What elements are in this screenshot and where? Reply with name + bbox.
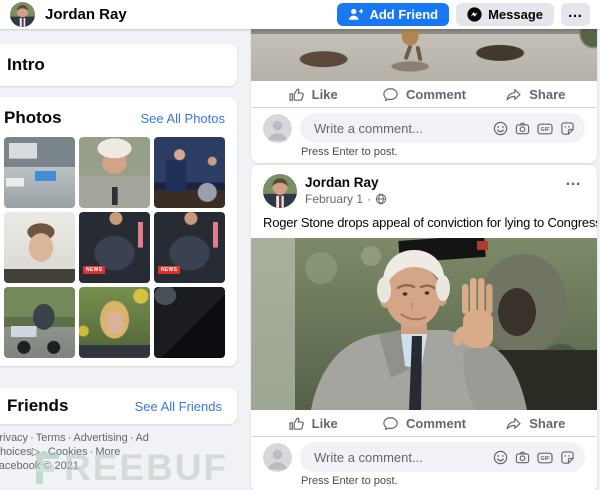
- intro-card: Intro: [0, 44, 237, 86]
- see-all-friends-link[interactable]: See All Friends: [135, 399, 222, 414]
- like-thumb-icon: [288, 86, 305, 103]
- see-all-photos-link[interactable]: See All Photos: [140, 111, 225, 126]
- photo-tile-street-scene[interactable]: [4, 137, 75, 208]
- footer-link-privacy[interactable]: Privacy: [0, 432, 28, 444]
- globe-privacy-icon: [375, 193, 387, 205]
- news-badge: NEWS: [83, 266, 105, 274]
- sidewalk-pedestrian-photo[interactable]: [251, 29, 597, 81]
- profile-name: Jordan Ray: [45, 6, 330, 23]
- sticker-icon[interactable]: [560, 450, 575, 465]
- comment-bubble-icon: [382, 86, 399, 103]
- profile-avatar-image: [10, 2, 35, 27]
- default-person-icon: [263, 114, 292, 143]
- gif-icon[interactable]: GIF: [537, 121, 553, 136]
- more-ellipsis-icon: …: [568, 4, 584, 21]
- post-more-button[interactable]: …: [561, 174, 585, 188]
- comment-input[interactable]: [312, 449, 493, 466]
- feed-post-partial: Like Comment Share: [251, 29, 597, 163]
- post-author-avatar[interactable]: [263, 174, 297, 208]
- post-author-avatar-image: [263, 174, 297, 208]
- add-friend-label: Add Friend: [369, 7, 438, 22]
- person-plus-icon: [348, 7, 363, 22]
- photo-detail: [404, 45, 413, 60]
- post-header: Jordan Ray February 1 · …: [251, 165, 597, 208]
- photo-tile-dark-indoor[interactable]: [154, 287, 225, 358]
- news-badge: NEWS: [158, 266, 180, 274]
- camera-icon[interactable]: [515, 121, 530, 136]
- footer-link-advertising[interactable]: Advertising: [73, 432, 127, 444]
- profile-header-bar: Jordan Ray Add Friend Message …: [0, 0, 600, 29]
- footer-link-terms[interactable]: Terms: [36, 432, 66, 444]
- share-arrow-icon: [505, 86, 522, 103]
- comment-input-pill: GIF: [300, 113, 585, 143]
- post-text: Roger Stone drops appeal of conviction f…: [251, 208, 597, 238]
- date-separator: ·: [367, 192, 371, 206]
- post-action-bar: Like Comment Share: [257, 82, 591, 106]
- page-footer: Privacy·Terms·Advertising·Ad Choices▷·Co…: [0, 431, 242, 473]
- photo-detail: [415, 46, 422, 62]
- footer-links: Privacy·Terms·Advertising·Ad Choices▷·Co…: [0, 431, 242, 459]
- viewer-avatar: [263, 114, 292, 143]
- photos-card: Photos See All Photos NEWS NEWS: [0, 97, 237, 366]
- profile-avatar[interactable]: [10, 2, 35, 27]
- comment-input[interactable]: [312, 120, 493, 137]
- photo-tile-masked-officer-2[interactable]: NEWS: [154, 212, 225, 283]
- share-arrow-icon: [505, 415, 522, 432]
- comment-bubble-icon: [382, 415, 399, 432]
- emoji-icon[interactable]: [493, 450, 508, 465]
- footer-copyright: Facebook © 2021: [0, 459, 242, 473]
- profile-more-button[interactable]: …: [561, 3, 590, 26]
- comment-button[interactable]: Comment: [368, 82, 479, 106]
- ad-choices-icon: ▷: [32, 446, 40, 458]
- photo-tile-masked-officer-1[interactable]: NEWS: [79, 212, 150, 283]
- comment-section: GIF Press Enter to post.: [251, 107, 597, 163]
- photo-tile-wheelbarrow-scooter[interactable]: [4, 287, 75, 358]
- photo-tile-blonde-woman[interactable]: [79, 287, 150, 358]
- viewer-avatar: [263, 443, 292, 472]
- post-action-bar: Like Comment Share: [257, 411, 591, 435]
- like-button[interactable]: Like: [257, 82, 368, 106]
- sticker-icon[interactable]: [560, 121, 575, 136]
- post-author-name[interactable]: Jordan Ray: [305, 175, 553, 190]
- emoji-icon[interactable]: [493, 121, 508, 136]
- friends-card: Friends See All Friends: [0, 388, 237, 424]
- share-button[interactable]: Share: [480, 411, 591, 435]
- press-enter-hint: Press Enter to post.: [301, 146, 585, 158]
- comment-section: GIF Press Enter to post.: [251, 436, 597, 490]
- message-button[interactable]: Message: [456, 3, 554, 26]
- facebook-profile-page: Jordan Ray Add Friend Message … Intro Ph…: [0, 0, 600, 490]
- photo-grid: NEWS NEWS: [4, 137, 225, 358]
- intro-title: Intro: [7, 55, 222, 75]
- roger-stone-waving-photo[interactable]: [251, 238, 597, 410]
- photo-tile-podium-press-conference[interactable]: [154, 137, 225, 208]
- footer-link-more[interactable]: More: [95, 446, 120, 458]
- svg-text:GIF: GIF: [541, 456, 551, 462]
- share-button[interactable]: Share: [480, 82, 591, 106]
- messenger-icon: [467, 7, 482, 22]
- svg-text:GIF: GIF: [541, 127, 551, 133]
- photo-tile-roger-stone-waving[interactable]: [79, 137, 150, 208]
- comment-input-pill: GIF: [300, 442, 585, 472]
- like-thumb-icon: [288, 415, 305, 432]
- gif-icon[interactable]: GIF: [537, 450, 553, 465]
- message-label: Message: [488, 7, 543, 22]
- default-person-icon: [263, 443, 292, 472]
- camera-icon[interactable]: [515, 450, 530, 465]
- press-enter-hint: Press Enter to post.: [301, 475, 585, 487]
- photos-title: Photos: [4, 108, 62, 128]
- feed-post-roger-stone: Jordan Ray February 1 · … Roger Stone dr…: [251, 165, 597, 490]
- footer-link-cookies[interactable]: Cookies: [48, 446, 88, 458]
- comment-button[interactable]: Comment: [368, 411, 479, 435]
- add-friend-button[interactable]: Add Friend: [337, 3, 449, 26]
- post-date[interactable]: February 1: [305, 192, 363, 206]
- photo-tile-man-with-glasses[interactable]: [4, 212, 75, 283]
- like-button[interactable]: Like: [257, 411, 368, 435]
- friends-title: Friends: [7, 396, 68, 416]
